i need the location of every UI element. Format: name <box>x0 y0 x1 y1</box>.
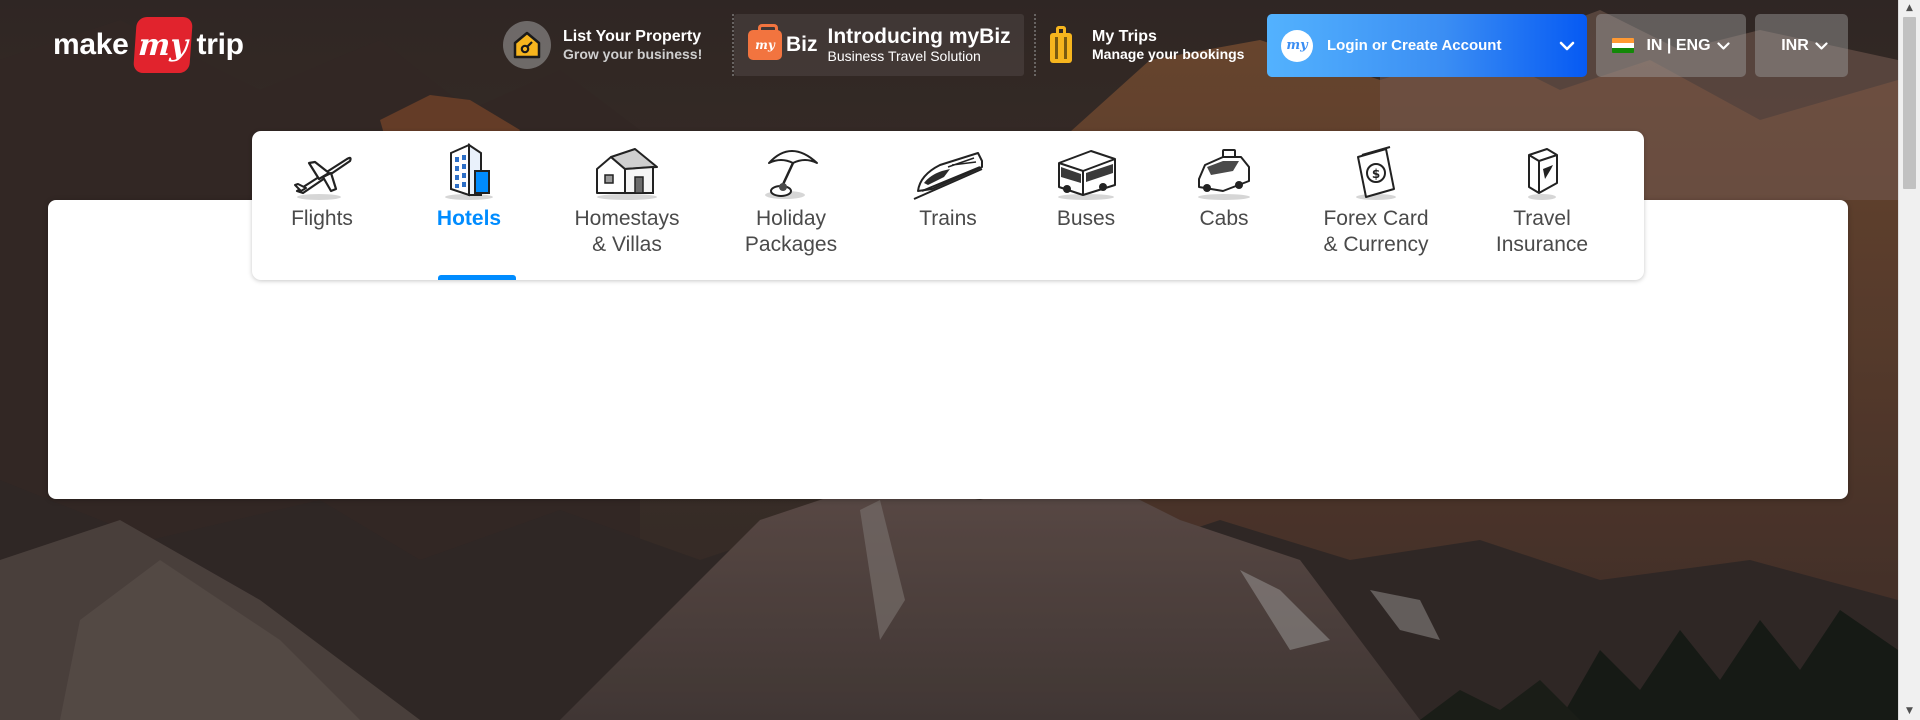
tab-forex-card-currency[interactable]: $ Forex Card & Currency <box>1322 131 1430 280</box>
chevron-down-icon <box>1815 37 1828 55</box>
tab-label: Holiday Packages <box>744 207 838 256</box>
beach-umbrella-icon <box>746 131 836 203</box>
logo-text-make: make <box>53 28 129 61</box>
tab-label: Homestays & Villas <box>574 207 680 256</box>
tab-homestays-villas[interactable]: Homestays & Villas <box>574 131 680 280</box>
tab-label: Buses <box>1056 207 1116 230</box>
tab-label: Forex Card & Currency <box>1323 207 1429 256</box>
tab-label: Flights <box>291 207 353 230</box>
my-trips-link[interactable]: My Trips Manage your bookings <box>1048 14 1258 76</box>
bus-icon <box>1041 131 1131 203</box>
tab-trains[interactable]: Trains <box>908 131 988 280</box>
mybiz-badge-mark: my <box>748 24 782 60</box>
hotel-building-icon <box>424 131 514 203</box>
svg-text:$: $ <box>1372 167 1380 181</box>
page-scrollbar[interactable]: ▲ ▼ <box>1898 0 1920 720</box>
mybiz-link[interactable]: my Biz Introducing myBiz Business Travel… <box>734 14 1024 76</box>
login-button-label: Login or Create Account <box>1327 37 1502 54</box>
user-avatar-icon: my <box>1281 29 1313 62</box>
list-property-subtitle: Grow your business! <box>563 46 703 62</box>
tab-label: Travel Insurance <box>1495 207 1589 256</box>
tab-flights[interactable]: Flights <box>282 131 362 280</box>
active-tab-indicator <box>438 275 516 280</box>
tab-hotels[interactable]: Hotels <box>412 131 526 280</box>
forex-card-icon: $ <box>1331 131 1421 203</box>
scroll-thumb[interactable] <box>1903 17 1916 189</box>
logo-mark-my: my <box>132 17 193 73</box>
my-trips-subtitle: Manage your bookings <box>1092 46 1245 62</box>
tab-label: Hotels <box>436 207 502 230</box>
train-icon <box>903 131 993 203</box>
india-flag-icon <box>1612 38 1635 53</box>
mybiz-title: Introducing myBiz <box>827 25 1011 48</box>
house-key-icon <box>503 21 551 69</box>
insurance-shield-icon <box>1497 131 1587 203</box>
makemytrip-logo[interactable]: make my trip <box>53 16 244 74</box>
list-your-property-link[interactable]: List Your Property Grow your business! <box>503 14 708 76</box>
chevron-down-icon <box>1716 37 1730 55</box>
logo-text-trip: trip <box>196 28 244 61</box>
briefcase-icon: my Biz <box>748 24 818 60</box>
scroll-up-arrow-icon[interactable]: ▲ <box>1899 0 1920 17</box>
tab-label: Cabs <box>1199 207 1249 230</box>
tab-cabs[interactable]: Cabs <box>1184 131 1264 280</box>
login-or-create-account-button[interactable]: my Login or Create Account <box>1267 14 1587 77</box>
mybiz-badge-text: Biz <box>786 33 818 56</box>
scroll-down-arrow-icon[interactable]: ▼ <box>1899 703 1920 720</box>
product-tabs-bar: Flights Hotels Homestays & Villas Holida… <box>252 131 1644 280</box>
chevron-down-icon <box>1547 41 1587 51</box>
currency-selector[interactable]: INR <box>1755 14 1848 77</box>
tab-label: Trains <box>919 207 977 230</box>
suitcase-icon <box>1048 25 1074 65</box>
header-divider <box>1034 14 1036 76</box>
cab-icon <box>1179 131 1269 203</box>
currency-label: INR <box>1781 36 1809 54</box>
plane-icon <box>277 131 367 203</box>
tab-buses[interactable]: Buses <box>1046 131 1126 280</box>
my-trips-title: My Trips <box>1092 28 1157 45</box>
tab-travel-insurance[interactable]: Travel Insurance <box>1492 131 1592 280</box>
language-label: IN | ENG <box>1646 36 1711 54</box>
tab-holiday-packages[interactable]: Holiday Packages <box>744 131 838 280</box>
homestay-icon <box>582 131 672 203</box>
list-property-title: List Your Property <box>563 28 702 45</box>
mybiz-subtitle: Business Travel Solution <box>827 48 981 64</box>
country-language-selector[interactable]: IN | ENG <box>1596 14 1746 77</box>
